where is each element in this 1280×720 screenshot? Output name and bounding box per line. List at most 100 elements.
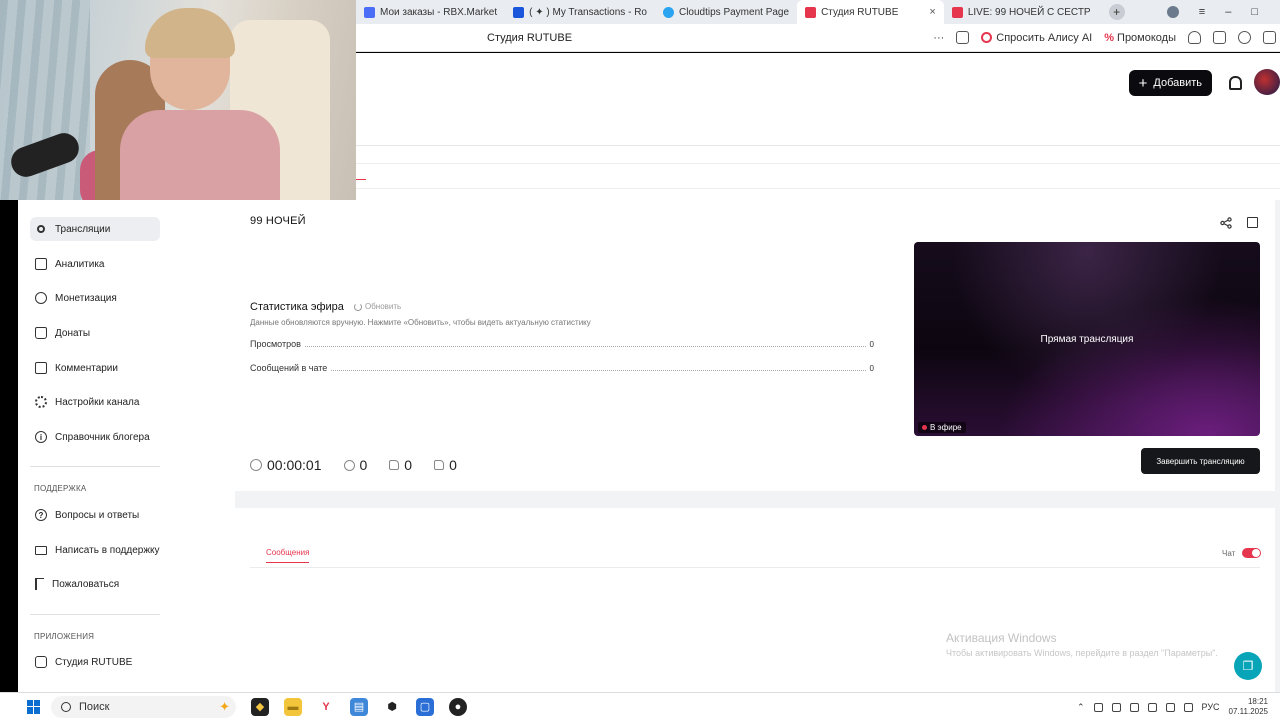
tab-label: Студия RUTUBE bbox=[821, 6, 899, 18]
sidebar-item-donations[interactable]: Донаты bbox=[30, 321, 160, 345]
browser-tab-live[interactable]: LIVE: 99 НОЧЕЙ С СЕСТР bbox=[944, 0, 1099, 24]
chevron-up-icon[interactable]: ⌃ bbox=[1077, 702, 1085, 713]
sidebar-item-report[interactable]: Пожаловаться bbox=[30, 572, 160, 596]
bag-icon bbox=[35, 327, 47, 339]
maximize-icon[interactable]: □ bbox=[1251, 6, 1258, 18]
address-field[interactable]: Студия RUTUBE bbox=[487, 32, 572, 44]
media-icon[interactable] bbox=[1238, 31, 1251, 44]
flag-icon bbox=[35, 578, 44, 590]
tray-app-icon[interactable] bbox=[1093, 702, 1103, 712]
share-icon[interactable] bbox=[1220, 217, 1232, 229]
comment-icon bbox=[35, 362, 47, 374]
browser-tab-transactions[interactable]: ( ✦ ) My Transactions - Ro bbox=[505, 0, 655, 24]
taskbar-app-roblox-icon[interactable]: ▢ bbox=[416, 697, 434, 716]
coin-icon bbox=[35, 292, 47, 304]
taskbar-app-shield-icon[interactable]: ⬢ bbox=[383, 698, 401, 716]
studio-header-area: + Добавить bbox=[356, 53, 1280, 200]
sub-navigation-bar bbox=[356, 163, 1280, 189]
language-indicator[interactable]: РУС bbox=[1202, 702, 1220, 712]
new-tab-button[interactable]: + bbox=[1108, 4, 1125, 20]
ask-alice-label: Спросить Алису AI bbox=[996, 31, 1093, 44]
address-bar: Студия RUTUBE ··· Спросить Алису AI % Пр… bbox=[356, 24, 1280, 52]
taskbar-app-store-icon[interactable]: ▤ bbox=[350, 697, 368, 716]
sidebar-item-label: Вопросы и ответы bbox=[55, 509, 140, 521]
external-link-icon[interactable] bbox=[1247, 217, 1258, 228]
sub-nav-marker bbox=[356, 174, 366, 180]
browser-tab-cloudtips[interactable]: Cloudtips Payment Page bbox=[655, 0, 797, 24]
sidebar-item-label: Пожаловаться bbox=[52, 578, 120, 590]
tray-app-icon[interactable] bbox=[1111, 702, 1121, 712]
stat-label: Просмотров bbox=[250, 339, 301, 349]
webcam-overlay bbox=[0, 0, 356, 200]
sidebar-item-label: Донаты bbox=[55, 327, 91, 339]
network-icon[interactable] bbox=[1147, 702, 1157, 712]
chat-card bbox=[235, 508, 1275, 692]
volume-icon[interactable] bbox=[1165, 702, 1175, 712]
sparkle-icon: ✦ bbox=[219, 698, 230, 714]
likes-value: 0 bbox=[404, 457, 413, 473]
sidebar-item-comments[interactable]: Комментарии bbox=[30, 356, 160, 380]
stat-row-chat-messages: Сообщений в чате 0 bbox=[250, 361, 874, 373]
windows-activation-title: Активация Windows bbox=[946, 631, 1057, 645]
sidebar-item-analytics[interactable]: Аналитика bbox=[30, 252, 160, 276]
extensions-icon[interactable] bbox=[1213, 31, 1226, 44]
sidebar-item-channel-settings[interactable]: Настройки канала bbox=[30, 390, 160, 414]
sidebar-item-faq[interactable]: ? Вопросы и ответы bbox=[30, 503, 160, 527]
sidebar-item-monetization[interactable]: Монетизация bbox=[30, 286, 160, 310]
tray-app-icon[interactable] bbox=[1129, 702, 1139, 712]
downloads-icon[interactable] bbox=[1263, 31, 1276, 44]
copy-icon[interactable]: ❐ bbox=[1234, 652, 1262, 680]
taskbar: Поиск ✦ ◆ ▬ Y ▤ ⬢ ▢ ● ⌃ РУС 18:21 07.11.… bbox=[0, 692, 1280, 720]
taskbar-app-game-icon[interactable]: ◆ bbox=[251, 697, 269, 716]
sidebar-item-rutube-studio[interactable]: Студия RUTUBE bbox=[30, 650, 160, 674]
percent-icon: % bbox=[1104, 31, 1115, 44]
promo-button[interactable]: % Промокоды bbox=[1104, 32, 1176, 44]
stream-preview[interactable]: Прямая трансляция В эфире bbox=[914, 242, 1260, 436]
chat-divider bbox=[250, 567, 1260, 568]
browser-tab-rutube-studio[interactable]: Студия RUTUBE × bbox=[797, 0, 944, 24]
clock-date: 07.11.2025 bbox=[1228, 707, 1268, 716]
browser-toolbar: ··· Спросить Алису AI % Промокоды bbox=[933, 31, 1280, 44]
bookmark-icon[interactable] bbox=[956, 31, 970, 44]
shield-icon[interactable] bbox=[1188, 31, 1201, 44]
browser-tab-rbx[interactable]: Мои заказы - RBX.Market bbox=[356, 0, 505, 24]
taskbar-search[interactable]: Поиск ✦ bbox=[51, 695, 236, 718]
ask-alice-button[interactable]: Спросить Алису AI bbox=[981, 32, 1092, 44]
chat-toggle[interactable] bbox=[1242, 548, 1261, 558]
tab-label: ( ✦ ) My Transactions - Ro bbox=[529, 6, 647, 18]
avatar[interactable] bbox=[1254, 69, 1280, 95]
preview-label: Прямая трансляция bbox=[1040, 334, 1134, 345]
add-button[interactable]: + Добавить bbox=[1128, 70, 1212, 96]
support-section-title: ПОДДЕРЖКА bbox=[34, 484, 87, 493]
sidebar-item-blogger-guide[interactable]: i Справочник блогера bbox=[30, 425, 160, 449]
clock-icon bbox=[250, 459, 262, 471]
bell-icon[interactable] bbox=[1229, 76, 1242, 90]
promo-label: Промокоды bbox=[1117, 31, 1176, 44]
sidebar-item-broadcasts[interactable]: Трансляции bbox=[30, 217, 160, 241]
tab-messages[interactable]: Сообщения bbox=[266, 548, 310, 563]
sidebar-item-label: Монетизация bbox=[55, 292, 117, 304]
likes-counter: 0 bbox=[389, 457, 412, 473]
menu-icon[interactable]: ≡ bbox=[1199, 6, 1205, 18]
stat-value: 0 bbox=[869, 340, 874, 349]
taskbar-clock[interactable]: 18:21 07.11.2025 bbox=[1229, 697, 1268, 717]
windows-start-icon[interactable] bbox=[27, 699, 41, 714]
sidebar-divider bbox=[30, 614, 160, 615]
taskbar-app-yandex-icon[interactable]: Y bbox=[317, 698, 335, 716]
sidebar-item-label: Трансляции bbox=[55, 223, 111, 235]
sidebar-item-contact-support[interactable]: Написать в поддержку bbox=[30, 538, 160, 562]
battery-icon[interactable] bbox=[1183, 702, 1193, 712]
more-icon[interactable]: ··· bbox=[933, 32, 944, 44]
stats-note: Данные обновляются вручную. Нажмите «Обн… bbox=[250, 318, 591, 327]
thumbs-up-icon bbox=[389, 460, 400, 470]
taskbar-app-folder-icon[interactable]: ▬ bbox=[284, 697, 302, 716]
end-broadcast-button[interactable]: Завершить трансляцию bbox=[1141, 448, 1260, 474]
profile-icon[interactable] bbox=[1166, 6, 1179, 18]
sidebar-item-label: Настройки канала bbox=[55, 396, 140, 408]
sidebar-item-label: Комментарии bbox=[55, 362, 118, 374]
taskbar-app-obs-icon[interactable]: ● bbox=[449, 697, 467, 716]
minimize-icon[interactable]: – bbox=[1225, 6, 1231, 18]
refresh-button[interactable]: Обновить bbox=[354, 302, 401, 311]
tab-close-icon[interactable]: × bbox=[929, 6, 935, 18]
tab-favicon-icon bbox=[951, 6, 963, 18]
